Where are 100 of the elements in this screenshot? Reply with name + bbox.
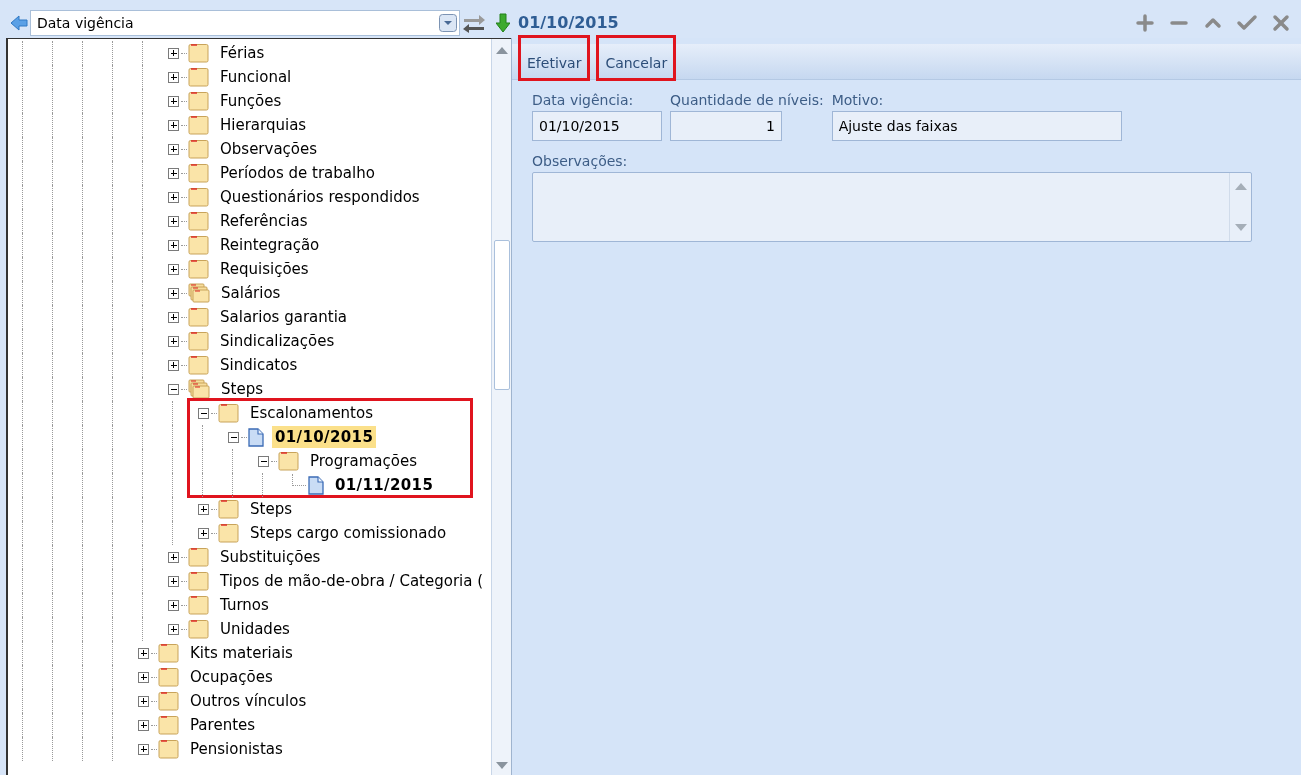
tree-item[interactable]: Unidades bbox=[217, 617, 293, 641]
expand-toggle[interactable] bbox=[168, 287, 179, 299]
expand-toggle[interactable] bbox=[168, 311, 179, 323]
document-icon bbox=[308, 475, 324, 495]
expand-toggle[interactable] bbox=[138, 671, 149, 683]
tree-item[interactable]: Requisições bbox=[217, 257, 312, 281]
tree-item[interactable]: Funções bbox=[217, 89, 285, 113]
expand-toggle[interactable] bbox=[168, 359, 179, 371]
tree-item[interactable]: Outros vínculos bbox=[187, 689, 310, 713]
folder-icon bbox=[188, 139, 209, 159]
tree-item[interactable]: Reintegração bbox=[217, 233, 323, 257]
folder-icon bbox=[158, 739, 179, 759]
expand-toggle[interactable] bbox=[168, 71, 179, 83]
scrollbar[interactable] bbox=[491, 39, 511, 775]
tree-item[interactable]: Turnos bbox=[217, 593, 272, 617]
expand-toggle[interactable] bbox=[168, 215, 179, 227]
expand-toggle[interactable] bbox=[168, 119, 179, 131]
tree-item[interactable]: Escalonamentos bbox=[247, 401, 376, 425]
folder-icon bbox=[188, 43, 209, 63]
tree-item[interactable]: Salarios garantia bbox=[217, 305, 350, 329]
tree-item[interactable]: Hierarquias bbox=[217, 113, 310, 137]
folder-icon bbox=[188, 211, 209, 231]
tree-item[interactable]: Steps bbox=[218, 377, 266, 401]
tree-item[interactable]: Programações bbox=[307, 449, 420, 473]
tree-item[interactable]: Sindicalizações bbox=[217, 329, 338, 353]
expand-toggle[interactable] bbox=[198, 527, 209, 539]
folder-stack-icon bbox=[188, 283, 210, 303]
expand-toggle[interactable] bbox=[138, 695, 149, 707]
scroll-down-icon[interactable] bbox=[495, 762, 508, 769]
scrollbar-thumb[interactable] bbox=[493, 240, 510, 390]
expand-toggle[interactable] bbox=[168, 599, 179, 611]
folder-stack-icon bbox=[188, 379, 210, 399]
expand-toggle[interactable] bbox=[168, 167, 179, 179]
folder-icon bbox=[188, 115, 209, 135]
arrow-left-icon[interactable] bbox=[10, 15, 28, 31]
folder-icon bbox=[188, 67, 209, 87]
expand-toggle[interactable] bbox=[138, 647, 149, 659]
scroll-up-icon[interactable] bbox=[495, 47, 508, 54]
arrow-down-icon[interactable] bbox=[496, 13, 510, 33]
folder-icon bbox=[218, 499, 239, 519]
expand-toggle[interactable] bbox=[228, 431, 239, 443]
folder-icon bbox=[218, 523, 239, 543]
dropdown-icon[interactable] bbox=[439, 14, 457, 32]
tree-item[interactable]: Salários bbox=[218, 281, 284, 305]
folder-icon bbox=[278, 451, 299, 471]
tree-item[interactable]: Kits materiais bbox=[187, 641, 296, 665]
tree-item[interactable]: Tipos de mão-de-obra / Categoria ( bbox=[217, 569, 487, 593]
tree-item[interactable]: Observações bbox=[217, 137, 321, 161]
swap-arrows-icon[interactable] bbox=[462, 13, 486, 33]
text-field[interactable]: 1 bbox=[670, 111, 782, 141]
expand-toggle[interactable] bbox=[198, 503, 209, 515]
folder-icon bbox=[188, 235, 209, 255]
toolbar-button[interactable]: Cancelar bbox=[596, 35, 677, 81]
expand-toggle[interactable] bbox=[168, 191, 179, 203]
tree-item[interactable]: Sindicatos bbox=[217, 353, 301, 377]
expand-toggle[interactable] bbox=[258, 455, 269, 467]
document-icon bbox=[248, 427, 264, 447]
tree-item[interactable]: Steps bbox=[247, 497, 295, 521]
expand-toggle[interactable] bbox=[168, 95, 179, 107]
tree-item[interactable]: 01/11/2015 bbox=[332, 473, 437, 497]
tree-item[interactable]: Steps cargo comissionado bbox=[247, 521, 450, 545]
folder-icon bbox=[188, 91, 209, 111]
tree-item[interactable]: Ocupações bbox=[187, 665, 276, 689]
toolbar-button[interactable]: Efetivar bbox=[518, 35, 591, 81]
expand-toggle[interactable] bbox=[168, 143, 179, 155]
folder-icon bbox=[188, 547, 209, 567]
tree-item[interactable]: Questionários respondidos bbox=[217, 185, 423, 209]
folder-icon bbox=[158, 691, 179, 711]
record-title: 01/10/2015 bbox=[518, 12, 619, 34]
expand-toggle[interactable] bbox=[198, 407, 209, 419]
add-icon[interactable] bbox=[1133, 11, 1157, 35]
folder-icon bbox=[188, 619, 209, 639]
expand-toggle[interactable] bbox=[168, 335, 179, 347]
expand-toggle[interactable] bbox=[168, 239, 179, 251]
folder-icon bbox=[158, 643, 179, 663]
tree-item[interactable]: Períodos de trabalho bbox=[217, 161, 378, 185]
expand-toggle[interactable] bbox=[168, 47, 179, 59]
view-combo-box[interactable]: Data vigência bbox=[30, 10, 460, 36]
expand-toggle[interactable] bbox=[168, 623, 179, 635]
expand-toggle[interactable] bbox=[168, 551, 179, 563]
tree-item[interactable]: Pensionistas bbox=[187, 737, 286, 761]
expand-toggle[interactable] bbox=[168, 575, 179, 587]
text-field[interactable]: Ajuste das faixas bbox=[831, 111, 1122, 141]
tree-item[interactable]: Férias bbox=[217, 41, 268, 65]
folder-icon bbox=[188, 571, 209, 591]
expand-toggle[interactable] bbox=[138, 743, 149, 755]
expand-toggle[interactable] bbox=[168, 263, 179, 275]
tree-item[interactable]: Referências bbox=[217, 209, 311, 233]
folder-icon bbox=[188, 331, 209, 351]
folder-icon bbox=[188, 355, 209, 375]
tree-item[interactable]: Substituições bbox=[217, 545, 324, 569]
text-field[interactable]: 01/10/2015 bbox=[532, 111, 662, 141]
tree-item[interactable]: Funcional bbox=[217, 65, 295, 89]
folder-icon bbox=[188, 259, 209, 279]
expand-toggle[interactable] bbox=[138, 719, 149, 731]
field-label: Data vigência: bbox=[532, 91, 635, 110]
folder-icon bbox=[188, 163, 209, 183]
tree-item[interactable]: 01/10/2015 bbox=[272, 425, 377, 449]
tree-item[interactable]: Parentes bbox=[187, 713, 259, 737]
expand-toggle[interactable] bbox=[168, 383, 179, 395]
